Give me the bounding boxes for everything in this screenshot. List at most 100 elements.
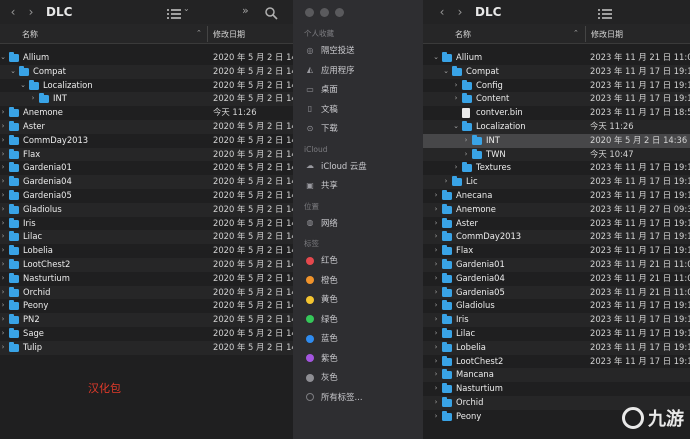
disclosure-closed-icon[interactable]: › bbox=[0, 341, 7, 355]
sidebar-item[interactable]: 绿色 bbox=[293, 310, 423, 330]
list-item[interactable]: › Gardenia01 2020 年 5 月 2 日 14: bbox=[0, 161, 293, 175]
sidebar-item[interactable]: 紫色 bbox=[293, 349, 423, 369]
list-item[interactable]: › Lobelia 2023 年 11 月 17 日 19:13 bbox=[423, 340, 690, 355]
sidebar-item[interactable]: 蓝色 bbox=[293, 329, 423, 349]
disclosure-closed-icon[interactable]: › bbox=[432, 313, 440, 327]
name-column-header[interactable]: 名称 bbox=[22, 29, 38, 40]
disclosure-closed-icon[interactable]: › bbox=[0, 134, 7, 148]
back-button[interactable]: ‹ bbox=[4, 5, 22, 19]
disclosure-closed-icon[interactable]: › bbox=[0, 189, 7, 203]
list-item[interactable]: › Gardenia04 2023 年 11 月 21 日 11:06 bbox=[423, 272, 690, 286]
list-item[interactable]: › Gladiolus 2023 年 11 月 17 日 19:13 bbox=[423, 299, 690, 313]
disclosure-closed-icon[interactable]: › bbox=[452, 79, 460, 93]
list-item[interactable]: › TWN 今天 10:47 bbox=[423, 147, 690, 162]
disclosure-open-icon[interactable]: ⌄ bbox=[432, 51, 440, 65]
disclosure-closed-icon[interactable]: › bbox=[432, 341, 440, 355]
list-item[interactable]: › CommDay2013 2020 年 5 月 2 日 14: bbox=[0, 134, 293, 148]
list-item[interactable]: ⌄ Localization 2020 年 5 月 2 日 14: bbox=[0, 79, 293, 93]
disclosure-closed-icon[interactable]: › bbox=[0, 203, 7, 217]
list-item[interactable]: › PN2 2020 年 5 月 2 日 14: bbox=[0, 313, 293, 327]
date-column-header[interactable]: 修改日期 bbox=[591, 29, 623, 40]
list-item[interactable]: ⌄ Allium 2020 年 5 月 2 日 14: bbox=[0, 51, 293, 65]
list-item[interactable]: › Lic 2023 年 11 月 17 日 19:13 bbox=[423, 175, 690, 189]
list-item[interactable]: › Nasturtium bbox=[423, 382, 690, 396]
list-item[interactable]: › INT 2020 年 5 月 2 日 14: bbox=[0, 92, 293, 107]
disclosure-closed-icon[interactable]: › bbox=[0, 313, 7, 327]
sidebar-item[interactable]: ⊙ 下载 bbox=[293, 119, 423, 139]
disclosure-closed-icon[interactable]: › bbox=[432, 355, 440, 369]
date-column-header[interactable]: 修改日期 bbox=[213, 29, 245, 40]
list-view-icon[interactable] bbox=[598, 5, 612, 24]
list-item[interactable]: › LootChest2 2023 年 11 月 17 日 19:13 bbox=[423, 355, 690, 369]
sidebar-item[interactable]: 灰色 bbox=[293, 368, 423, 388]
list-item[interactable]: ⌄ Localization 今天 11:26 bbox=[423, 119, 690, 134]
list-item[interactable]: › Anecana 2023 年 11 月 17 日 19:13 bbox=[423, 189, 690, 203]
minimize-window-button[interactable] bbox=[320, 8, 329, 17]
list-item[interactable]: › Aster 2020 年 5 月 2 日 14: bbox=[0, 119, 293, 134]
sidebar-item[interactable]: ▯ 文稿 bbox=[293, 100, 423, 120]
disclosure-closed-icon[interactable]: › bbox=[0, 299, 7, 313]
list-item[interactable]: › Mancana bbox=[423, 368, 690, 383]
list-item[interactable]: ⌄ Compat 2020 年 5 月 2 日 14: bbox=[0, 64, 293, 79]
disclosure-closed-icon[interactable]: › bbox=[462, 148, 470, 162]
sidebar-item[interactable]: ◎ 隔空投送 bbox=[293, 41, 423, 61]
disclosure-closed-icon[interactable]: › bbox=[432, 286, 440, 300]
disclosure-closed-icon[interactable]: › bbox=[432, 244, 440, 258]
forward-button[interactable]: › bbox=[451, 5, 469, 19]
disclosure-closed-icon[interactable]: › bbox=[432, 368, 440, 382]
list-item[interactable]: › CommDay2013 2023 年 11 月 17 日 19:13 bbox=[423, 230, 690, 245]
zoom-window-button[interactable] bbox=[335, 8, 344, 17]
list-item[interactable]: › Gardenia04 2020 年 5 月 2 日 14: bbox=[0, 175, 293, 189]
list-item[interactable]: › Gladiolus 2020 年 5 月 2 日 14: bbox=[0, 202, 293, 217]
list-item[interactable]: › INT 2020 年 5 月 2 日 14:36 bbox=[423, 133, 690, 148]
list-item[interactable]: › Textures 2023 年 11 月 17 日 19:13 bbox=[423, 161, 690, 175]
disclosure-closed-icon[interactable]: › bbox=[0, 175, 7, 189]
sidebar-item[interactable]: 所有标签... bbox=[293, 388, 423, 408]
list-item[interactable]: › Iris 2023 年 11 月 17 日 19:13 bbox=[423, 313, 690, 327]
list-item[interactable]: › Nasturtium 2020 年 5 月 2 日 14: bbox=[0, 272, 293, 286]
disclosure-closed-icon[interactable]: › bbox=[432, 189, 440, 203]
close-window-button[interactable] bbox=[305, 8, 314, 17]
list-item[interactable]: › Anemone 今天 11:26 bbox=[0, 106, 293, 120]
disclosure-closed-icon[interactable]: › bbox=[0, 258, 7, 272]
disclosure-closed-icon[interactable]: › bbox=[0, 244, 7, 258]
disclosure-open-icon[interactable]: ⌄ bbox=[442, 65, 450, 79]
sidebar-item[interactable]: ◭ 应用程序 bbox=[293, 61, 423, 81]
sidebar-item[interactable]: ▣ 共享 bbox=[293, 176, 423, 196]
disclosure-closed-icon[interactable]: › bbox=[0, 217, 7, 231]
list-item[interactable]: › Flax 2023 年 11 月 17 日 19:13 bbox=[423, 244, 690, 258]
list-item[interactable]: › Anemone 2023 年 11 月 27 日 09:33 bbox=[423, 202, 690, 217]
chevron-down-icon[interactable]: ⌄ bbox=[183, 4, 190, 13]
list-item[interactable]: › Peony 2020 年 5 月 2 日 14: bbox=[0, 299, 293, 313]
list-item[interactable]: › LootChest2 2020 年 5 月 2 日 14: bbox=[0, 257, 293, 272]
sidebar-item[interactable]: 黄色 bbox=[293, 290, 423, 310]
disclosure-closed-icon[interactable]: › bbox=[432, 230, 440, 244]
disclosure-closed-icon[interactable]: › bbox=[0, 106, 7, 120]
sidebar-item[interactable]: 红色 bbox=[293, 251, 423, 271]
disclosure-closed-icon[interactable]: › bbox=[432, 299, 440, 313]
list-item[interactable]: › Aster 2023 年 11 月 17 日 19:13 bbox=[423, 217, 690, 231]
disclosure-closed-icon[interactable]: › bbox=[432, 203, 440, 217]
disclosure-closed-icon[interactable]: › bbox=[442, 175, 450, 189]
list-view-icon[interactable] bbox=[167, 5, 181, 24]
disclosure-closed-icon[interactable]: › bbox=[0, 286, 7, 300]
name-column-header[interactable]: 名称 bbox=[455, 29, 471, 40]
disclosure-closed-icon[interactable]: › bbox=[0, 148, 7, 162]
list-item[interactable]: › Gardenia05 2023 年 11 月 21 日 11:06 bbox=[423, 285, 690, 300]
list-item[interactable]: ⌄ Allium 2023 年 11 月 21 日 11:06 bbox=[423, 51, 690, 65]
list-item[interactable]: › Config 2023 年 11 月 17 日 19:13 bbox=[423, 79, 690, 93]
more-button[interactable]: » bbox=[242, 4, 249, 17]
disclosure-closed-icon[interactable]: › bbox=[0, 327, 7, 341]
disclosure-closed-icon[interactable]: › bbox=[0, 161, 7, 175]
disclosure-closed-icon[interactable]: › bbox=[432, 272, 440, 286]
search-icon[interactable] bbox=[265, 5, 278, 24]
sidebar-item[interactable]: ▭ 桌面 bbox=[293, 80, 423, 100]
list-item[interactable]: ⌄ Compat 2023 年 11 月 17 日 19:13 bbox=[423, 64, 690, 79]
sidebar-item[interactable]: 橙色 bbox=[293, 271, 423, 291]
disclosure-open-icon[interactable]: ⌄ bbox=[0, 51, 7, 65]
list-item[interactable]: › Sage 2020 年 5 月 2 日 14: bbox=[0, 327, 293, 341]
list-item[interactable]: › Lobelia 2020 年 5 月 2 日 14: bbox=[0, 244, 293, 258]
disclosure-closed-icon[interactable]: › bbox=[452, 161, 460, 175]
disclosure-closed-icon[interactable]: › bbox=[432, 382, 440, 396]
list-item[interactable]: contver.bin 2023 年 11 月 17 日 18:56 bbox=[423, 106, 690, 120]
